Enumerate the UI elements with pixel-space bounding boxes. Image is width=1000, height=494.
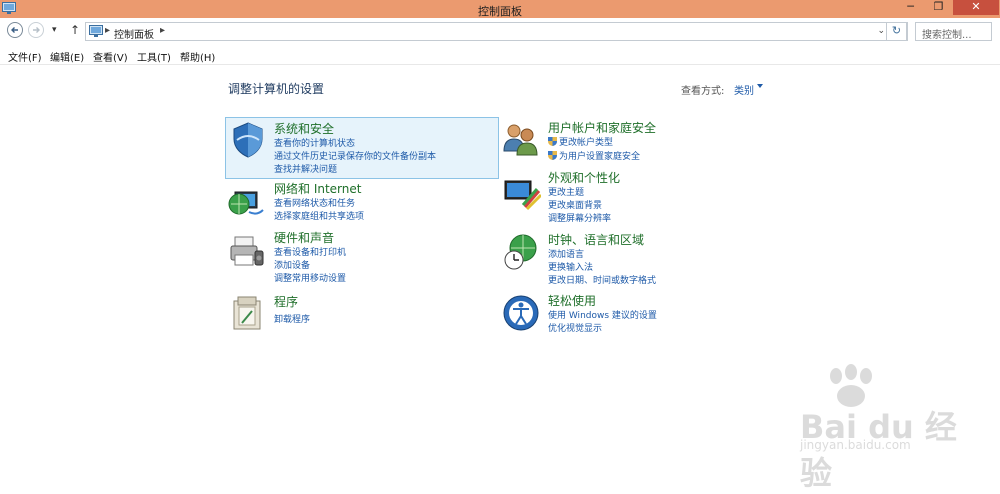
link-add-device[interactable]: 添加设备 [274,258,310,271]
link-devices-printers[interactable]: 查看设备和打印机 [274,245,346,258]
category-appearance[interactable]: 外观和个性化 更改主题 更改桌面背景 调整屏幕分辨率 [500,169,770,225]
breadcrumb-separator[interactable]: ▸ [105,25,110,36]
minimize-button[interactable]: ─ [897,0,924,15]
refresh-button[interactable]: ↻ [886,22,907,41]
link-homegroup-sharing[interactable]: 选择家庭组和共享选项 [274,209,364,222]
title-bar: 控制面板 ─ ❐ ✕ [0,0,1000,18]
link-change-account-type[interactable]: 更改帐户类型 [559,135,613,148]
category-clock-language-region[interactable]: 时钟、语言和区域 添加语言 更换输入法 更改日期、时间或数字格式 [500,231,770,287]
back-arrow-icon [11,27,18,33]
menu-bar: 文件(F) 编辑(E) 查看(V) 工具(T) 帮助(H) [0,46,1000,65]
category-title[interactable]: 网络和 Internet [274,180,361,197]
link-date-time-format[interactable]: 更改日期、时间或数字格式 [548,273,656,286]
uac-shield-icon [548,136,557,146]
menu-tools[interactable]: 工具(T) [137,49,171,64]
link-network-status[interactable]: 查看网络状态和任务 [274,196,355,209]
link-mobility-settings[interactable]: 调整常用移动设置 [274,271,346,284]
up-button[interactable]: ↑ [70,23,80,37]
category-title[interactable]: 外观和个性化 [548,169,620,186]
search-input[interactable]: 搜索控制... [915,22,992,41]
shield-system-security-icon[interactable] [228,120,268,160]
category-ease-of-access[interactable]: 轻松使用 使用 Windows 建议的设置 优化视觉显示 [500,292,770,334]
appearance-display-icon[interactable] [501,173,543,213]
view-by-dropdown[interactable]: 类别 [734,82,754,97]
window-title: 控制面板 [478,5,522,18]
category-network-internet[interactable]: 网络和 Internet 查看网络状态和任务 选择家庭组和共享选项 [226,180,498,224]
category-user-accounts[interactable]: 用户帐户和家庭安全 更改帐户类型 为用户设置家庭安全 [500,117,770,163]
category-title[interactable]: 用户帐户和家庭安全 [548,119,656,136]
back-button[interactable] [7,22,23,38]
link-screen-resolution[interactable]: 调整屏幕分辨率 [548,211,611,224]
forward-arrow-icon [33,27,40,33]
uac-shield-icon [548,150,557,160]
category-title[interactable]: 系统和安全 [274,120,334,137]
forward-button[interactable] [28,22,44,38]
link-desktop-background[interactable]: 更改桌面背景 [548,198,602,211]
category-system-security[interactable]: 系统和安全 查看你的计算机状态 通过文件历史记录保存你的文件备份副本 查找并解决… [225,117,499,179]
menu-help[interactable]: 帮助(H) [180,49,215,64]
link-family-safety[interactable]: 为用户设置家庭安全 [559,149,640,162]
users-accounts-icon[interactable] [501,119,541,159]
category-title[interactable]: 时钟、语言和区域 [548,231,644,248]
category-hardware-sound[interactable]: 硬件和声音 查看设备和打印机 添加设备 调整常用移动设置 [226,229,498,285]
network-globe-icon[interactable] [227,182,267,222]
address-bar[interactable]: ▸ 控制面板 ▸ ⌄ [85,22,908,41]
link-uninstall-program[interactable]: 卸载程序 [274,312,310,325]
link-add-language[interactable]: 添加语言 [548,247,584,260]
link-change-input-method[interactable]: 更换输入法 [548,260,593,273]
printer-hardware-icon[interactable] [227,231,267,271]
category-programs[interactable]: 程序 卸载程序 [226,293,498,333]
link-change-theme[interactable]: 更改主题 [548,185,584,198]
menu-edit[interactable]: 编辑(E) [50,49,84,64]
clock-globe-icon[interactable] [501,232,541,272]
menu-file[interactable]: 文件(F) [8,49,42,64]
close-button[interactable]: ✕ [953,0,999,15]
address-dropdown-icon[interactable]: ⌄ [877,26,885,36]
programs-box-icon[interactable] [228,293,268,333]
breadcrumb-control-panel[interactable]: 控制面板 [114,26,154,41]
page-title: 调整计算机的设置 [228,82,325,96]
ease-of-access-icon[interactable] [501,293,541,333]
baidu-jingyan-watermark: Bai du 经验 jingyan.baidu.com [768,362,968,492]
category-title[interactable]: 程序 [274,293,298,310]
recent-locations-dropdown[interactable]: ▾ [52,25,57,35]
breadcrumb-separator[interactable]: ▸ [160,25,165,36]
view-by-label: 查看方式: [681,86,725,97]
maximize-button[interactable]: ❐ [925,0,952,15]
menu-view[interactable]: 查看(V) [93,49,128,64]
control-panel-icon [89,25,103,38]
watermark-url: jingyan.baidu.com [800,438,911,452]
search-placeholder: 搜索控制... [922,30,972,41]
link-file-history-backup[interactable]: 通过文件历史记录保存你的文件备份副本 [274,149,436,162]
link-windows-recommended-settings[interactable]: 使用 Windows 建议的设置 [548,308,657,321]
link-troubleshoot[interactable]: 查找并解决问题 [274,162,337,175]
link-view-computer-status[interactable]: 查看你的计算机状态 [274,136,355,149]
chevron-down-icon[interactable] [757,84,763,88]
category-title[interactable]: 硬件和声音 [274,229,334,246]
category-title[interactable]: 轻松使用 [548,292,596,309]
link-optimize-visual-display[interactable]: 优化视觉显示 [548,321,602,334]
